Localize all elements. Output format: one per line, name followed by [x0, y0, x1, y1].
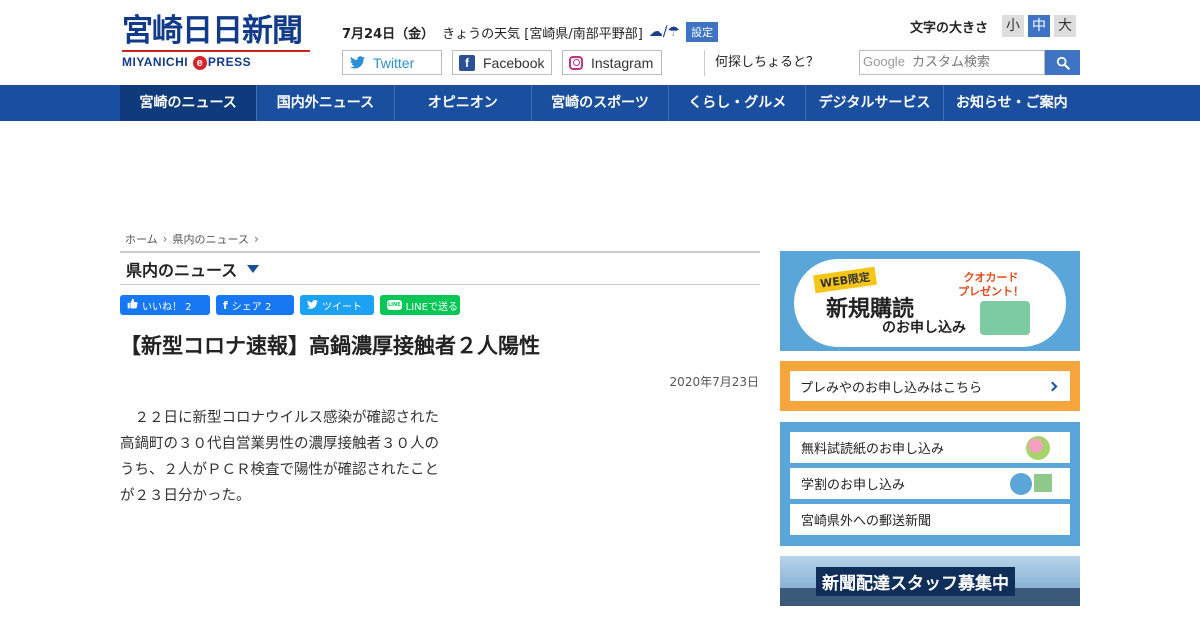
facebook-share-button[interactable]: f シェア 2 — [216, 295, 294, 315]
nav-item-domestic-international[interactable]: 国内外ニュース — [257, 85, 395, 121]
subscribe-subtitle: のお申し込み — [882, 320, 966, 336]
tweet-button[interactable]: ツイート — [300, 295, 374, 315]
quocard-text: クオカード プレゼント！ — [958, 271, 1024, 298]
nav-item-digital-services[interactable]: デジタルサービス — [806, 85, 944, 121]
recruit-banner[interactable]: 新聞配達スタッフ募集中 — [780, 556, 1080, 606]
font-size-control: 文字の大きさ 小 中 大 — [910, 15, 1077, 37]
site-search: Google — [859, 50, 1080, 75]
mascot-icon — [1010, 473, 1032, 495]
facebook-button[interactable]: f Facebook — [452, 50, 552, 75]
school-building-icon — [1034, 474, 1052, 492]
search-icon — [1056, 56, 1070, 70]
chevron-right-icon: › — [162, 232, 168, 246]
nav-item-sports[interactable]: 宮崎のスポーツ — [532, 85, 670, 121]
search-button[interactable] — [1045, 50, 1080, 75]
breadcrumb-current[interactable]: 県内のニュース — [172, 231, 248, 247]
share-buttons: いいね！ 2 f シェア 2 ツイート LINE LINEで送る — [120, 295, 466, 315]
site-header: 宮崎日日新聞 MIYANICHI e PRESS 7月24日（金） きょうの天気 … — [0, 0, 1200, 85]
twitter-icon — [349, 55, 365, 71]
font-size-large-button[interactable]: 大 — [1054, 15, 1077, 37]
sidebar-links: 無料試読紙のお申し込み 学割のお申し込み 宮崎県外への郵送新聞 — [780, 422, 1080, 546]
share-label: シェア 2 — [231, 301, 272, 313]
facebook-icon: f — [459, 54, 475, 71]
quocard-icon — [980, 301, 1030, 335]
search-input[interactable] — [859, 50, 1045, 75]
free-trial-link[interactable]: 無料試読紙のお申し込み — [790, 432, 1070, 463]
article-paragraph: ２２日に新型コロナウイルス感染が確認された高鍋町の３０代自営業男性の濃厚接触者３… — [120, 410, 439, 504]
mascot-icon — [1026, 436, 1050, 460]
font-size-small-button[interactable]: 小 — [1002, 15, 1025, 37]
instagram-icon — [569, 55, 583, 70]
nav-item-miyazaki-news[interactable]: 宮崎のニュース — [120, 85, 258, 121]
weather-bar: 7月24日（金） きょうの天気 [宮崎県/南部平野部] ☁/☂ 設定 — [342, 22, 719, 42]
weather-label[interactable]: きょうの天気 [宮崎県/南部平野部] — [442, 23, 643, 42]
current-date: 7月24日（金） — [342, 26, 435, 42]
section-title: 県内のニュース — [126, 260, 238, 280]
nav-item-notices[interactable]: お知らせ・ご案内 — [944, 85, 1080, 121]
mail-delivery-label: 宮崎県外への郵送新聞 — [801, 514, 932, 529]
instagram-label: Instagram — [591, 54, 654, 71]
article-title: 【新型コロナ速報】高鍋濃厚接触者２人陽性 — [120, 334, 540, 358]
nav-item-opinion[interactable]: オピニオン — [395, 85, 532, 121]
mail-delivery-link[interactable]: 宮崎県外への郵送新聞 — [790, 504, 1070, 535]
search-prompt-label: 何探しちょると？ — [704, 50, 819, 76]
weather-setting-button[interactable]: 設定 — [686, 22, 719, 42]
instagram-button[interactable]: Instagram — [562, 50, 662, 75]
tweet-label: ツイート — [322, 301, 362, 313]
like-label: いいね！ 2 — [142, 301, 192, 313]
thumbs-up-icon — [127, 298, 138, 312]
facebook-icon: f — [223, 298, 228, 312]
logo-divider — [122, 50, 310, 52]
line-icon: LINE — [387, 300, 402, 310]
twitter-label: Twitter — [373, 54, 415, 71]
line-label: LINEで送る — [405, 301, 458, 313]
caret-down-icon — [247, 264, 260, 273]
facebook-label: Facebook — [483, 54, 545, 71]
premium-link[interactable]: プレみやのお申し込みはこちら — [790, 371, 1070, 401]
logo-title: 宮崎日日新聞 — [122, 13, 303, 49]
line-share-button[interactable]: LINE LINEで送る — [380, 295, 460, 315]
epress-e-icon: e — [192, 56, 207, 70]
section-heading[interactable]: 県内のニュース — [120, 251, 760, 285]
recruit-label: 新聞配達スタッフ募集中 — [816, 567, 1015, 596]
subscribe-banner[interactable]: WEB限定 新規購読 のお申し込み クオカード プレゼント！ — [780, 251, 1080, 351]
article-date: 2020年7月23日 — [669, 375, 759, 389]
student-discount-link[interactable]: 学割のお申し込み — [790, 468, 1070, 499]
chevron-right-icon — [1047, 381, 1058, 391]
chevron-right-icon: › — [253, 232, 259, 246]
main-nav: 宮崎のニュース 国内外ニュース オピニオン 宮崎のスポーツ くらし・グルメ デジ… — [0, 85, 1200, 121]
free-trial-label: 無料試読紙のお申し込み — [801, 442, 945, 457]
student-discount-label: 学割のお申し込み — [801, 478, 906, 493]
breadcrumb: ホーム › 県内のニュース › — [125, 231, 264, 247]
article-body: ２２日に新型コロナウイルス感染が確認された高鍋町の３０代自営業男性の濃厚接触者３… — [120, 405, 450, 509]
font-size-medium-button[interactable]: 中 — [1028, 15, 1051, 37]
site-logo[interactable]: 宮崎日日新聞 MIYANICHI e PRESS — [122, 14, 312, 70]
font-size-label: 文字の大きさ — [910, 20, 989, 36]
breadcrumb-home[interactable]: ホーム — [125, 231, 158, 247]
logo-subtitle: MIYANICHI e PRESS — [122, 55, 252, 70]
twitter-icon — [307, 299, 318, 312]
premium-banner: プレみやのお申し込みはこちら — [780, 361, 1080, 411]
nav-item-life-gourmet[interactable]: くらし・グルメ — [669, 85, 807, 121]
weather-cloud-umbrella-icon: ☁/☂ — [648, 24, 681, 40]
premium-label: プレみやのお申し込みはこちら — [800, 380, 983, 396]
twitter-button[interactable]: Twitter — [342, 50, 442, 75]
facebook-like-button[interactable]: いいね！ 2 — [120, 295, 210, 315]
